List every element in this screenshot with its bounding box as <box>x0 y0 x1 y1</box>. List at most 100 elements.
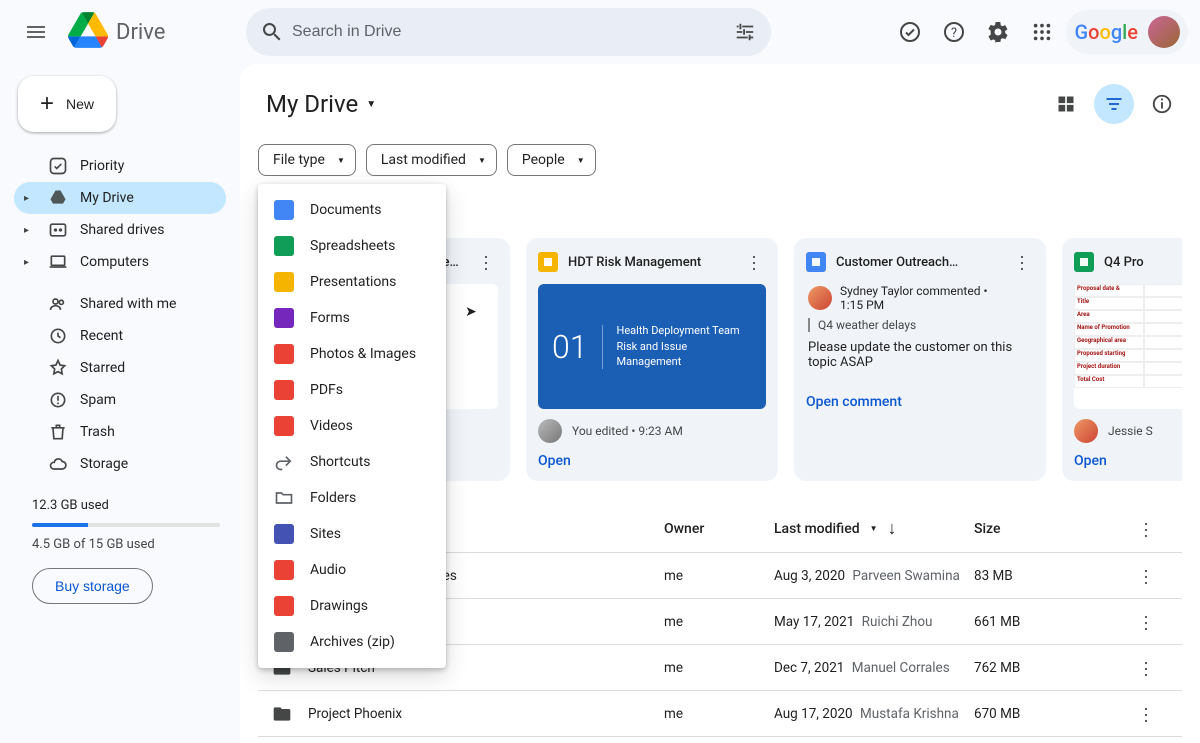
file-type-icon <box>274 308 294 328</box>
sidebar-item-computers[interactable]: ▸Computers <box>14 246 226 278</box>
chevron-down-icon: ▼ <box>337 156 345 165</box>
storage-sub-line: 4.5 GB of 15 GB used <box>32 537 220 552</box>
file-size: 661 MB <box>974 614 1134 630</box>
sidebar-item-recent[interactable]: ▸Recent <box>14 320 226 352</box>
card-open-action[interactable]: Open <box>1074 453 1182 469</box>
chip-last-modified[interactable]: Last modified ▼ <box>366 144 497 176</box>
sidebar-item-storage[interactable]: ▸Storage <box>14 448 226 480</box>
sidebar-item-starred[interactable]: ▸Starred <box>14 352 226 384</box>
layout-grid-icon[interactable] <box>1046 84 1086 124</box>
file-type-icon <box>274 524 294 544</box>
storage-bar <box>32 523 220 527</box>
card-open-action[interactable]: Open <box>538 453 766 469</box>
filter-toggle-icon[interactable] <box>1094 84 1134 124</box>
sidebar-item-label: Trash <box>80 424 115 440</box>
file-type-option-photos-images[interactable]: Photos & Images <box>258 336 446 372</box>
storage-used-line: 12.3 GB used <box>32 498 220 513</box>
file-type-icon <box>274 560 294 580</box>
settings-icon[interactable] <box>978 12 1018 52</box>
suggested-card[interactable]: Q4 Pro⋯Proposal date &TitleAreaName of P… <box>1062 238 1182 481</box>
column-owner[interactable]: Owner <box>664 521 774 537</box>
sidebar-item-spam[interactable]: ▸Spam <box>14 384 226 416</box>
location-dropdown[interactable]: My Drive ▼ <box>258 86 384 122</box>
sidebar-item-label: Spam <box>80 392 116 408</box>
main-content: My Drive ▼ <box>240 64 1200 743</box>
expand-caret-icon[interactable]: ▸ <box>24 193 36 204</box>
laptop-icon <box>48 252 68 272</box>
column-last-modified[interactable]: Last modified ▼ ↓ <box>774 518 974 539</box>
column-size[interactable]: Size <box>974 521 1134 537</box>
file-type-icon <box>274 236 294 256</box>
card-open-action[interactable]: Open comment <box>806 394 1034 410</box>
search-input[interactable] <box>292 23 725 41</box>
ready-offline-icon[interactable] <box>890 12 930 52</box>
buy-storage-button[interactable]: Buy storage <box>32 568 153 604</box>
new-button[interactable]: + New <box>18 76 116 132</box>
card-more-icon[interactable]: ⋯ <box>474 250 498 274</box>
drive-logo[interactable]: Drive <box>68 10 238 54</box>
sidebar-item-label: Storage <box>80 456 128 472</box>
file-type-option-videos[interactable]: Videos <box>258 408 446 444</box>
file-type-option-label: Forms <box>310 310 350 326</box>
commenter-avatar <box>808 286 832 310</box>
search-icon[interactable] <box>252 12 292 52</box>
file-type-icon <box>274 380 294 400</box>
sidebar-item-my-drive[interactable]: ▸My Drive <box>14 182 226 214</box>
file-type-option-label: Presentations <box>310 274 396 290</box>
file-type-option-archives-zip-[interactable]: Archives (zip) <box>258 624 446 660</box>
file-type-option-drawings[interactable]: Drawings <box>258 588 446 624</box>
trash-icon <box>48 422 68 442</box>
file-type-option-presentations[interactable]: Presentations <box>258 264 446 300</box>
user-avatar[interactable] <box>1148 16 1180 48</box>
file-type-option-shortcuts[interactable]: Shortcuts <box>258 444 446 480</box>
sidebar-item-priority[interactable]: ▸Priority <box>14 150 226 182</box>
spam-icon <box>48 390 68 410</box>
file-type-icon <box>274 200 294 220</box>
row-more-icon[interactable]: ⋯ <box>1134 702 1158 726</box>
file-type-icon <box>274 452 294 472</box>
file-type-option-label: PDFs <box>310 382 343 398</box>
storage-fill <box>32 523 88 527</box>
row-more-icon[interactable]: ⋯ <box>1134 610 1158 634</box>
file-type-option-label: Archives (zip) <box>310 634 395 650</box>
check-circle-icon <box>48 156 68 176</box>
card-more-icon[interactable]: ⋯ <box>742 250 766 274</box>
sidebar: + New ▸Priority▸My Drive▸Shared drives▸C… <box>0 64 240 743</box>
advanced-search-icon[interactable] <box>725 12 765 52</box>
expand-caret-icon[interactable]: ▸ <box>24 257 36 268</box>
row-more-icon[interactable]: ⋯ <box>1134 656 1158 680</box>
sidebar-item-trash[interactable]: ▸Trash <box>14 416 226 448</box>
suggested-card[interactable]: Customer Outreach…⋯Sydney Taylor comment… <box>794 238 1046 481</box>
file-type-option-pdfs[interactable]: PDFs <box>258 372 446 408</box>
file-type-option-label: Documents <box>310 202 381 218</box>
sidebar-item-label: Shared with me <box>80 296 176 312</box>
file-type-option-documents[interactable]: Documents <box>258 192 446 228</box>
details-icon[interactable] <box>1142 84 1182 124</box>
chip-people[interactable]: People ▼ <box>507 144 596 176</box>
file-type-option-forms[interactable]: Forms <box>258 300 446 336</box>
editor-avatar <box>538 419 562 443</box>
search-bar[interactable] <box>246 8 771 56</box>
main-menu-button[interactable] <box>12 8 60 56</box>
support-icon[interactable]: ? <box>934 12 974 52</box>
chip-file-type[interactable]: File type ▼ <box>258 144 356 176</box>
expand-caret-icon[interactable]: ▸ <box>24 225 36 236</box>
file-type-option-folders[interactable]: Folders <box>258 480 446 516</box>
sidebar-item-shared-with-me[interactable]: ▸Shared with me <box>14 288 226 320</box>
file-type-option-sites[interactable]: Sites <box>258 516 446 552</box>
suggested-card[interactable]: HDT Risk Management⋯01Health Deployment … <box>526 238 778 481</box>
google-apps-icon[interactable] <box>1022 12 1062 52</box>
file-type-icon <box>274 596 294 616</box>
file-type-option-spreadsheets[interactable]: Spreadsheets <box>258 228 446 264</box>
table-header-more-icon[interactable]: ⋯ <box>1134 517 1158 541</box>
sort-arrow-down-icon[interactable]: ↓ <box>888 518 897 539</box>
file-type-option-audio[interactable]: Audio <box>258 552 446 588</box>
svg-text:?: ? <box>951 26 957 41</box>
row-more-icon[interactable]: ⋯ <box>1134 564 1158 588</box>
card-more-icon[interactable]: ⋯ <box>1010 250 1034 274</box>
sidebar-item-shared-drives[interactable]: ▸Shared drives <box>14 214 226 246</box>
shared-drive-icon <box>48 220 68 240</box>
file-row[interactable]: Project PhoenixmeAug 17, 2020 Mustafa Kr… <box>258 691 1182 737</box>
google-account-chip[interactable]: Google <box>1066 10 1188 54</box>
file-owner: me <box>664 568 774 584</box>
